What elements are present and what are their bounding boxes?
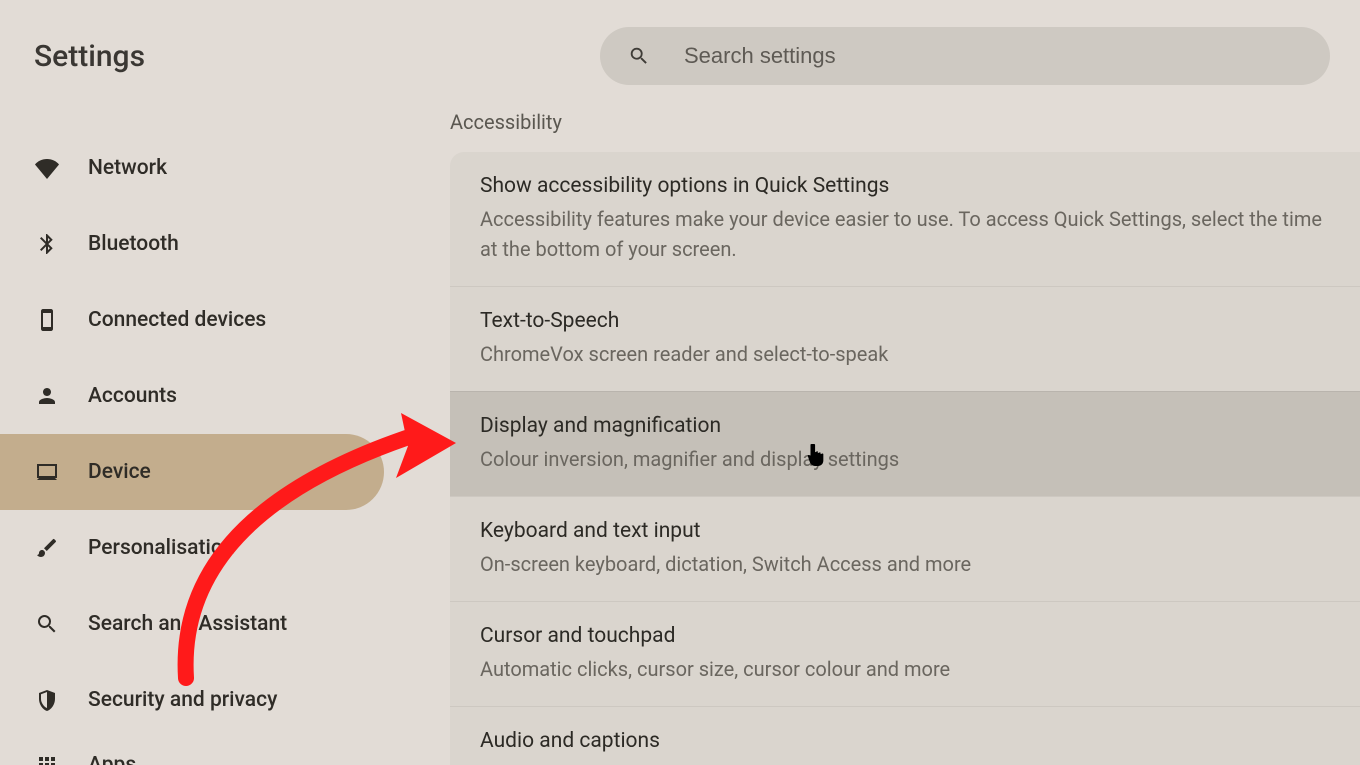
search-input[interactable] [684,43,1302,69]
sidebar-item-apps[interactable]: Apps [0,738,384,765]
sidebar-item-label: Personalisation [88,536,234,560]
shield-icon [34,687,60,713]
settings-card: Show accessibility options in Quick Sett… [450,152,1360,765]
sidebar-item-label: Device [88,460,151,484]
row-desc: Mono audio, startup, Live Caption and mo… [480,759,1330,765]
bluetooth-icon [34,231,60,257]
row-display-magnification[interactable]: Display and magnification Colour inversi… [450,391,1360,496]
phone-icon [34,307,60,333]
sidebar-item-security-privacy[interactable]: Security and privacy [0,662,384,738]
sidebar-item-label: Connected devices [88,308,266,332]
row-desc: Automatic clicks, cursor size, cursor co… [480,654,1330,684]
sidebar-item-search-assistant[interactable]: Search and Assistant [0,586,384,662]
row-audio-captions[interactable]: Audio and captions Mono audio, startup, … [450,706,1360,765]
sidebar-item-label: Bluetooth [88,232,179,256]
row-title: Audio and captions [480,729,1330,753]
sidebar-item-personalisation[interactable]: Personalisation [0,510,384,586]
header: Settings [0,0,1360,112]
row-title: Show accessibility options in Quick Sett… [480,174,1330,198]
row-keyboard-text-input[interactable]: Keyboard and text input On-screen keyboa… [450,496,1360,601]
row-title: Keyboard and text input [480,519,1330,543]
row-title: Cursor and touchpad [480,624,1330,648]
sidebar-item-network[interactable]: Network [0,130,384,206]
row-cursor-touchpad[interactable]: Cursor and touchpad Automatic clicks, cu… [450,601,1360,706]
row-desc: ChromeVox screen reader and select-to-sp… [480,339,1330,369]
sidebar-item-device[interactable]: Device [0,434,384,510]
row-desc: On-screen keyboard, dictation, Switch Ac… [480,549,1330,579]
sidebar-item-label: Network [88,156,167,180]
row-text-to-speech[interactable]: Text-to-Speech ChromeVox screen reader a… [450,286,1360,391]
sidebar-item-label: Apps [88,753,136,765]
apps-icon [34,752,60,765]
search-icon [628,44,650,68]
row-desc: Accessibility features make your device … [480,204,1330,264]
sidebar-item-label: Search and Assistant [88,612,287,636]
sidebar-item-label: Security and privacy [88,688,277,712]
sidebar-item-connected-devices[interactable]: Connected devices [0,282,384,358]
sidebar: Network Bluetooth Connected devices Acco… [0,112,402,765]
sidebar-item-accounts[interactable]: Accounts [0,358,384,434]
search-field[interactable] [600,27,1330,85]
main-content: Accessibility Show accessibility options… [402,112,1360,765]
sidebar-item-bluetooth[interactable]: Bluetooth [0,206,384,282]
brush-icon [34,535,60,561]
row-title: Display and magnification [480,414,1330,438]
wifi-icon [34,155,60,181]
row-title: Text-to-Speech [480,309,1330,333]
person-icon [34,383,60,409]
search-icon [34,611,60,637]
row-desc: Colour inversion, magnifier and display … [480,444,1330,474]
section-title-accessibility: Accessibility [450,110,1360,134]
laptop-icon [34,459,60,485]
sidebar-item-label: Accounts [88,384,177,408]
page-app-title: Settings [34,39,145,74]
row-quick-settings[interactable]: Show accessibility options in Quick Sett… [450,152,1360,286]
